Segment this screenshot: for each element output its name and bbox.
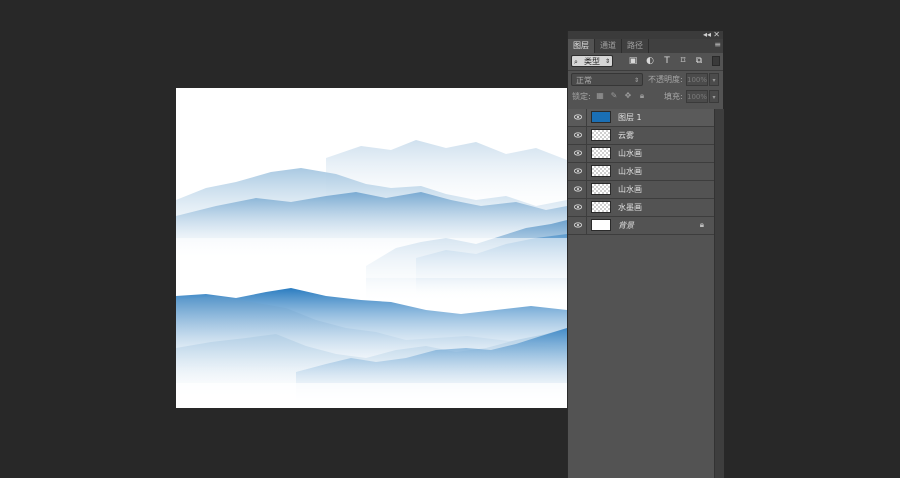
eye-icon[interactable] <box>574 203 582 211</box>
lock-image-pixels-icon[interactable]: ✎ <box>609 91 619 101</box>
tab-paths[interactable]: 路径 <box>622 39 649 53</box>
lock-label: 锁定: <box>572 92 591 101</box>
layer-row[interactable]: 图层 1 <box>568 109 714 127</box>
fill-label: 填充: <box>664 92 683 101</box>
document-canvas[interactable] <box>176 88 567 408</box>
opacity-label: 不透明度: <box>648 75 683 84</box>
layer-name: 山水画 <box>618 167 642 176</box>
chevron-down-icon: ⇕ <box>633 77 639 84</box>
layer-name: 山水画 <box>618 149 642 158</box>
type-filter-icon[interactable]: T <box>662 56 672 66</box>
layer-row[interactable]: 山水画 <box>568 145 714 163</box>
layer-thumbnail <box>591 183 611 195</box>
lock-icon: 🔒︎ <box>699 220 704 229</box>
lock-all-icon[interactable]: 🔒︎ <box>637 91 647 101</box>
shape-filter-icon[interactable]: ⌑ <box>678 56 688 66</box>
layer-thumbnail <box>591 111 611 123</box>
search-icon: ⌕ <box>574 58 578 66</box>
adjustment-filter-icon[interactable]: ◐ <box>645 56 655 66</box>
divider <box>586 181 587 198</box>
layer-thumbnail <box>591 165 611 177</box>
panel-tabs: 图层 通道 路径 ≡ <box>568 39 723 53</box>
layer-row[interactable]: 云雾 <box>568 127 714 145</box>
blend-mode-select[interactable]: 正常 ⇕ <box>571 73 643 86</box>
layer-name: 图层 1 <box>618 113 642 122</box>
eye-icon[interactable] <box>574 221 582 229</box>
divider <box>586 145 587 162</box>
tab-channels[interactable]: 通道 <box>595 39 622 53</box>
layer-list: 图层 1 云雾 山水画 山水画 山水画 水墨画 背景 🔒︎ <box>568 109 714 235</box>
smart-object-filter-icon[interactable]: ⧉ <box>694 56 704 66</box>
layer-thumbnail <box>591 219 611 231</box>
fill-field[interactable]: 100% <box>686 90 708 103</box>
lock-position-icon[interactable]: ✥ <box>623 91 633 101</box>
divider <box>586 199 587 216</box>
layer-thumbnail <box>591 201 611 213</box>
filter-row: ⌕ 类型 ⇕ ▣ ◐ T ⌑ ⧉ <box>568 53 723 70</box>
opacity-field[interactable]: 100% <box>686 73 708 86</box>
eye-icon[interactable] <box>574 113 582 121</box>
panel-title-bar: ◂◂ ✕ <box>568 30 723 39</box>
divider <box>586 217 587 234</box>
blend-row: 正常 ⇕ 不透明度: 100% ▾ <box>568 71 723 88</box>
tab-layers[interactable]: 图层 <box>568 39 595 53</box>
layer-thumbnail <box>591 147 611 159</box>
filter-toggle[interactable] <box>712 56 720 66</box>
filter-type-select[interactable]: ⌕ 类型 ⇕ <box>571 55 613 67</box>
layers-scrollbar[interactable] <box>714 109 724 478</box>
layer-row[interactable]: 水墨画 <box>568 199 714 217</box>
layer-row[interactable]: 山水画 <box>568 163 714 181</box>
image-filter-icon[interactable]: ▣ <box>628 56 638 66</box>
chevron-down-icon: ⇕ <box>604 58 610 65</box>
opacity-dropdown-button[interactable]: ▾ <box>709 73 719 86</box>
layers-panel: ◂◂ ✕ 图层 通道 路径 ≡ ⌕ 类型 ⇕ ▣ ◐ T ⌑ ⧉ 正常 ⇕ 不透… <box>567 30 724 478</box>
eye-icon[interactable] <box>574 149 582 157</box>
layer-name: 水墨画 <box>618 203 642 212</box>
divider <box>586 163 587 180</box>
layer-name: 背景 <box>618 221 634 230</box>
lock-row: 锁定: ▦ ✎ ✥ 🔒︎ 填充: 100% ▾ <box>568 88 723 105</box>
layer-thumbnail <box>591 129 611 141</box>
layer-name: 山水画 <box>618 185 642 194</box>
panel-menu-icon[interactable]: ≡ <box>714 40 721 49</box>
lock-transparent-pixels-icon[interactable]: ▦ <box>595 91 605 101</box>
fill-dropdown-button[interactable]: ▾ <box>709 90 719 103</box>
layer-row[interactable]: 山水画 <box>568 181 714 199</box>
divider <box>586 109 587 126</box>
divider <box>586 127 587 144</box>
eye-icon[interactable] <box>574 167 582 175</box>
filter-type-label: 类型 <box>584 57 600 66</box>
mountain-landscape-image <box>176 140 567 408</box>
blend-mode-value: 正常 <box>576 76 592 85</box>
layer-row[interactable]: 背景 🔒︎ <box>568 217 714 235</box>
layer-name: 云雾 <box>618 131 634 140</box>
eye-icon[interactable] <box>574 185 582 193</box>
eye-icon[interactable] <box>574 131 582 139</box>
